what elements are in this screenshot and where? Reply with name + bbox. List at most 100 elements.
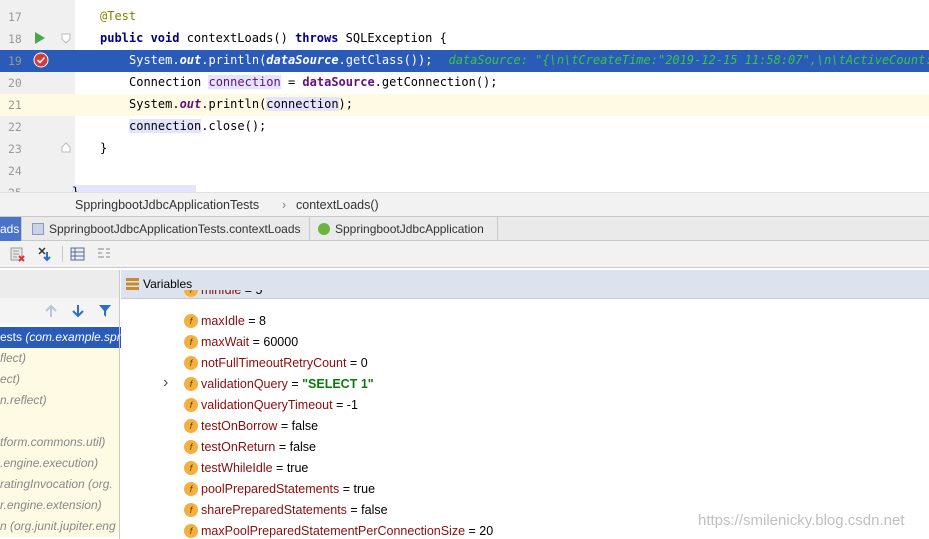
variable-row[interactable]: f testOnBorrow = false [121, 416, 929, 437]
equals-sign: = [287, 377, 303, 391]
variable-value: false [289, 440, 316, 454]
code-text: .getConnection(); [374, 75, 498, 89]
expand-chevron-icon[interactable]: › [163, 374, 168, 392]
field-icon: f [184, 335, 198, 349]
frames-panel: ests (com.example.springboot.jdbc) flect… [0, 270, 120, 539]
code-line-18[interactable]: 18 public void contextLoads() throws SQL… [0, 28, 929, 50]
variable-name: validationQueryTimeout [201, 398, 333, 412]
run-test-icon[interactable] [34, 31, 46, 45]
variable-ref: connection [208, 75, 281, 89]
frame-text: flect) [0, 351, 27, 365]
variable-name: sharePreparedStatements [201, 503, 347, 517]
variable-row[interactable]: f notFullTimeoutRetryCount = 0 [121, 353, 929, 374]
breadcrumb-class[interactable]: SppringbootJdbcApplicationTests [75, 198, 259, 212]
variable-row[interactable]: › f validationQuery = "SELECT 1" [121, 374, 929, 395]
equals-sign: = [346, 356, 361, 370]
code-line-23[interactable]: 23 } [0, 138, 929, 160]
tab-tests-contextloads[interactable]: SppringbootJdbcApplicationTests.contextL… [22, 217, 310, 241]
code-editor[interactable]: 17 @Test 18 public void contextLoads() t… [0, 0, 929, 192]
variable-value: "SELECT 1" [302, 377, 374, 391]
variable-row[interactable]: f poolPreparedStatements = true [121, 479, 929, 500]
variable-name: poolPreparedStatements [201, 482, 340, 496]
inline-debug-value: dataSource: "{\n\tCreateTime:"2019-12-15… [448, 53, 929, 67]
variable-entry: testOnReturn = false [201, 440, 316, 454]
field-icon: f [184, 461, 198, 475]
watermark: https://smilenicky.blog.csdn.net [698, 512, 905, 529]
fold-marker-icon[interactable] [61, 142, 71, 153]
tab-label: ads [0, 222, 20, 236]
equals-sign: = [465, 524, 480, 538]
frame-item[interactable]: n (org.junit.jupiter.eng [0, 516, 119, 537]
variable-row[interactable]: f validationQueryTimeout = -1 [121, 395, 929, 416]
variable-value: true [353, 482, 376, 496]
table-view-icon[interactable] [70, 246, 86, 262]
code-line-21[interactable]: 21 System.out.println(connection); [0, 94, 929, 116]
tab-loads[interactable]: ads [0, 217, 22, 241]
frame-text: ect) [0, 372, 21, 386]
step-over-icon[interactable] [10, 246, 26, 262]
variable-entry: maxIdle = 8 [201, 314, 266, 328]
field-icon: f [184, 440, 198, 454]
variable-row[interactable]: f testOnReturn = false [121, 437, 929, 458]
field-ref: out [179, 97, 202, 111]
arrow-up-icon[interactable] [44, 304, 58, 318]
code-text: contextLoads() [179, 31, 296, 45]
spring-boot-icon [318, 223, 330, 235]
frame-item[interactable]: r.engine.extension) [0, 495, 119, 516]
variable-name: testWhileIdle [201, 461, 273, 475]
frame-item[interactable]: flect) [0, 348, 119, 369]
mute-breakpoints-icon[interactable] [37, 246, 53, 262]
breadcrumb-method[interactable]: contextLoads() [296, 198, 379, 212]
variable-entry: testWhileIdle = true [201, 461, 308, 475]
code-line-24[interactable]: 24 [0, 160, 929, 182]
variable-name: testOnReturn [201, 440, 276, 454]
code-line-19-breakpoint[interactable]: 19 System.out.println(dataSource.getClas… [0, 50, 929, 72]
keyword: throws [295, 31, 339, 45]
debug-tabs: ads SppringbootJdbcApplicationTests.cont… [0, 216, 929, 241]
frame-item[interactable]: ect) [0, 369, 119, 390]
frame-item[interactable]: ests (com.example.springboot.jdbc) [0, 327, 119, 348]
code-text: .println( [201, 97, 267, 111]
variable-value: 8 [259, 314, 266, 328]
keyword: public void [100, 31, 180, 45]
code-text: System. [129, 53, 180, 67]
frame-item[interactable]: .engine.execution) [0, 453, 119, 474]
variable-row[interactable]: f maxWait = 60000 [121, 332, 929, 353]
variable-value: 0 [360, 356, 368, 370]
frame-text: r.engine.extension) [0, 498, 102, 512]
filter-icon[interactable] [98, 304, 112, 318]
layout-icon[interactable] [96, 246, 112, 262]
frame-item[interactable]: tform.commons.util) [0, 432, 119, 453]
frame-text: .engine.execution) [0, 456, 99, 470]
breadcrumb: SppringbootJdbcApplicationTests › contex… [0, 192, 929, 216]
code-line-25[interactable]: 25 } [0, 182, 929, 192]
field-icon: f [184, 314, 198, 328]
code-line-17[interactable]: 17 @Test [0, 6, 929, 28]
line-number: 22 [8, 120, 22, 134]
field-ref: dataSource [302, 75, 375, 89]
code-text: SQLException { [338, 31, 447, 45]
variable-row[interactable]: f testWhileIdle = true [121, 458, 929, 479]
code-text: ); [338, 97, 353, 111]
field-icon: f [184, 503, 198, 517]
frame-item[interactable]: ratingInvocation (org. [0, 474, 119, 495]
frames-header [0, 270, 119, 298]
frame-item[interactable]: n.reflect) [0, 390, 119, 411]
breadcrumb-separator: › [282, 198, 287, 212]
variable-row[interactable]: f maxIdle = 8 [121, 311, 929, 332]
code-line-20[interactable]: 20 Connection connection = dataSource.ge… [0, 72, 929, 94]
variable-entry: maxPoolPreparedStatementPerConnectionSiz… [201, 524, 493, 538]
frame-item[interactable] [0, 411, 119, 432]
arrow-down-icon[interactable] [71, 304, 85, 318]
frame-text: tform.commons.util) [0, 435, 106, 449]
line-number: 19 [8, 54, 22, 68]
variable-value: true [286, 461, 309, 475]
code-line-22[interactable]: 22 connection.close(); [0, 116, 929, 138]
code-text: = [280, 75, 303, 89]
line-number: 20 [8, 76, 22, 90]
field-ref: dataSource [266, 53, 339, 67]
tab-application[interactable]: SppringbootJdbcApplication [310, 217, 498, 241]
line-number: 17 [8, 10, 22, 24]
breakpoint-icon[interactable] [33, 52, 49, 68]
fold-marker-icon[interactable] [61, 33, 71, 44]
